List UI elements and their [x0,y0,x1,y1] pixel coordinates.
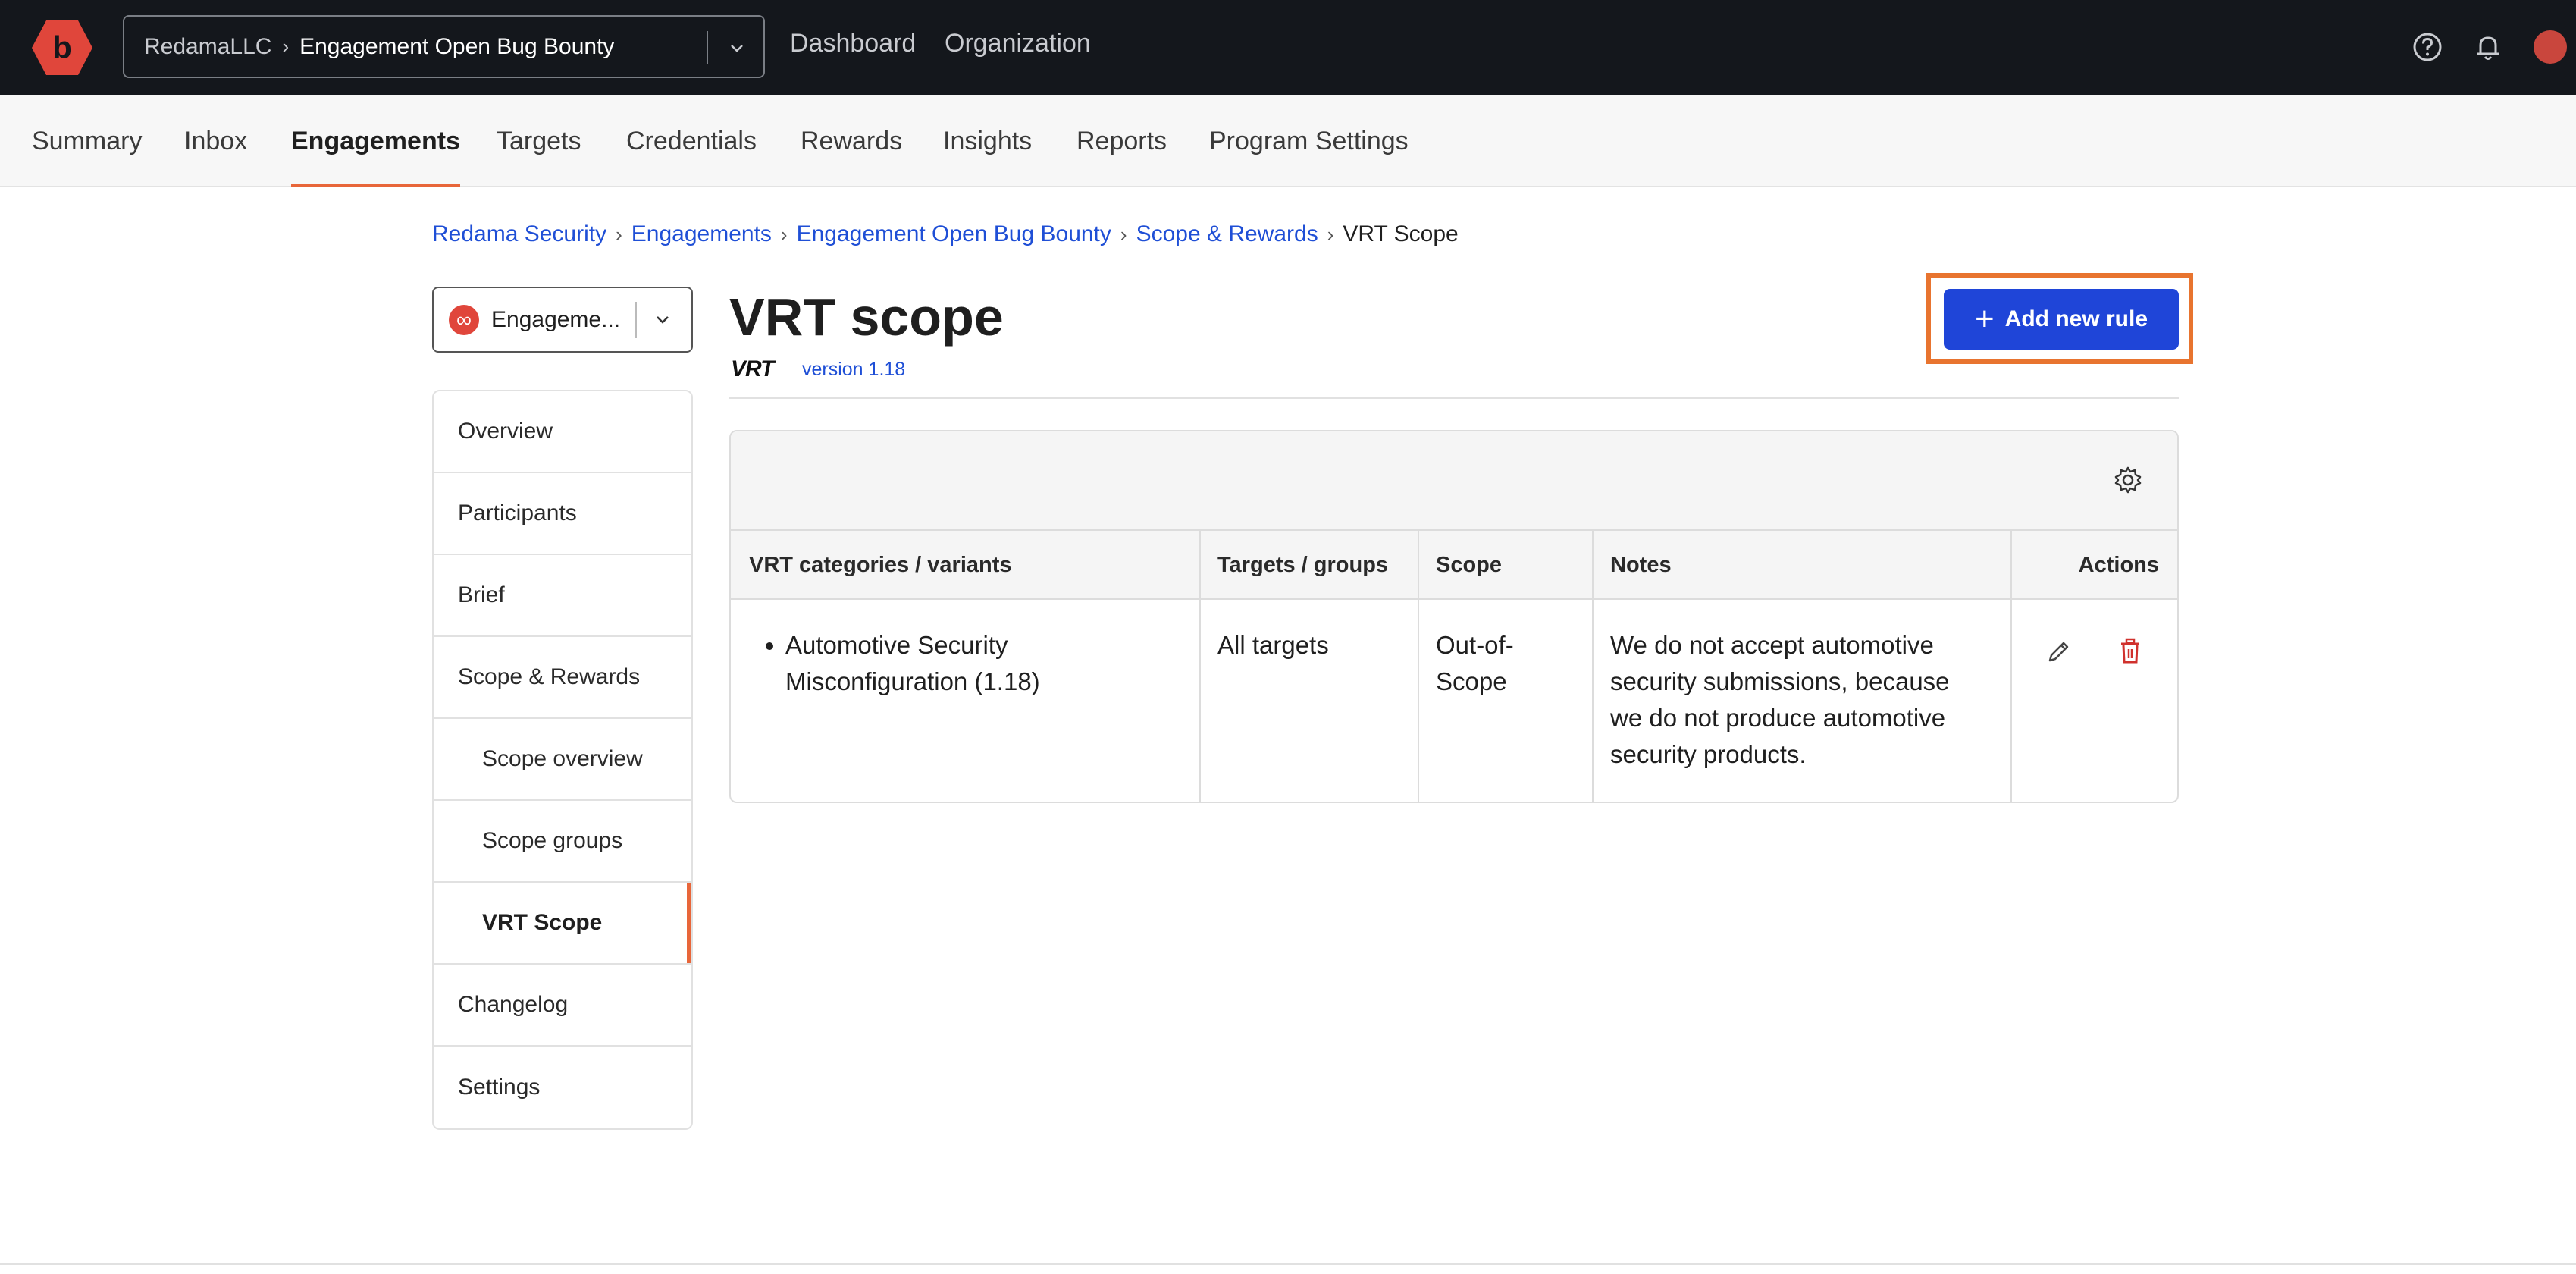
vrt-category-text: Automotive Security [785,631,1008,659]
sidebar-item-brief[interactable]: Brief [434,555,691,637]
help-icon[interactable] [2411,30,2444,64]
footer-divider [0,1263,2576,1265]
breadcrumb-link[interactable]: Engagement Open Bug Bounty [797,221,1111,247]
vrt-category-cell: Automotive Security Misconfiguration (1.… [785,627,1040,700]
column-header-scope: Scope [1436,553,1503,577]
sidebar-item-participants[interactable]: Participants [434,473,691,555]
column-header-actions: Actions [2078,553,2159,577]
sidebar-item-scope-rewards[interactable]: Scope & Rewards [434,637,691,719]
vrt-logo: VRT [731,356,774,381]
tab-reports[interactable]: Reports [1076,127,1167,187]
notes-text: security products. [1610,740,1807,768]
scope-text: Scope [1436,667,1507,695]
add-new-rule-label: Add new rule [2004,306,2148,331]
tab-targets[interactable]: Targets [497,127,581,187]
column-header-notes: Notes [1610,553,1672,577]
column-divider [2010,531,2012,802]
tab-credentials[interactable]: Credentials [626,127,757,187]
column-divider [1592,531,1594,802]
breadcrumb: Redama Security › Engagements › Engageme… [432,221,1459,247]
chevron-down-icon[interactable] [649,306,676,334]
program-tabs: Summary Inbox Engagements Targets Creden… [0,95,2576,187]
tab-program-settings[interactable]: Program Settings [1209,127,1409,187]
chevron-right-icon: › [1120,222,1127,246]
tab-inbox[interactable]: Inbox [184,127,247,187]
program-name: Engagement Open Bug Bounty [299,33,615,59]
vrt-category-text: Misconfiguration (1.18) [785,667,1040,695]
notes-text: we do not produce automotive [1610,704,1946,732]
column-header-vrt-categories: VRT categories / variants [749,553,1012,577]
chevron-right-icon: › [1327,222,1334,246]
chevron-right-icon: › [616,222,622,246]
chevron-right-icon: › [780,222,788,246]
notes-text: We do not accept automotive [1610,631,1934,659]
breadcrumb-link[interactable]: Redama Security [432,221,606,247]
page-title: VRT scope [729,287,1004,347]
tab-summary[interactable]: Summary [32,127,142,187]
engagement-selector-label: Engageme... [491,306,620,332]
table-toolbar [731,431,2177,531]
notes-cell: We do not accept automotive security sub… [1610,627,1950,773]
divider [635,302,637,338]
breadcrumb-link[interactable]: Scope & Rewards [1136,221,1318,247]
scope-text: Out-of- [1436,631,1514,659]
column-divider [1199,531,1201,802]
top-bar: b RedamaLLC › Engagement Open Bug Bounty… [0,0,2576,95]
scope-cell: Out-of- Scope [1436,627,1514,700]
engagement-selector[interactable]: Engageme... [432,287,693,353]
vrt-version-link[interactable]: version 1.18 [802,359,905,381]
breadcrumb-link[interactable]: Engagements [631,221,772,247]
bugcrowd-logo-icon[interactable]: b [30,19,94,77]
edit-icon[interactable] [2042,635,2076,668]
notes-text: security submissions, because [1610,667,1950,695]
table-header: VRT categories / variants Targets / grou… [731,531,2177,600]
vrt-scope-table: VRT categories / variants Targets / grou… [729,430,2179,803]
nav-organization[interactable]: Organization [945,29,1091,58]
nav-dashboard[interactable]: Dashboard [790,29,916,58]
delete-icon[interactable] [2114,635,2147,668]
svg-text:b: b [52,30,72,65]
chevron-right-icon: › [282,35,290,58]
divider [729,397,2179,399]
breadcrumb-current: VRT Scope [1343,221,1459,246]
sidebar-item-vrt-scope[interactable]: VRT Scope [434,883,691,965]
org-name: RedamaLLC [144,33,272,59]
sidebar-item-overview[interactable]: Overview [434,391,691,473]
bell-icon[interactable] [2471,30,2505,64]
gear-icon[interactable] [2113,465,2143,495]
column-divider [1418,531,1419,802]
avatar[interactable] [2534,30,2567,64]
sidebar-item-scope-overview[interactable]: Scope overview [434,719,691,801]
plus-icon: + [1974,300,1995,337]
sidebar-item-settings[interactable]: Settings [434,1046,691,1128]
engagement-side-menu: Overview Participants Brief Scope & Rewa… [432,390,693,1130]
targets-cell: All targets [1217,631,1329,659]
divider [707,31,708,64]
bullet [766,642,773,650]
engagement-icon [449,304,479,335]
program-selector[interactable]: RedamaLLC › Engagement Open Bug Bounty [123,15,765,78]
sidebar-item-changelog[interactable]: Changelog [434,965,691,1046]
chevron-down-icon[interactable] [723,35,751,62]
tab-insights[interactable]: Insights [943,127,1032,187]
tab-rewards[interactable]: Rewards [801,127,902,187]
column-header-targets: Targets / groups [1217,553,1389,577]
tab-engagements[interactable]: Engagements [291,127,460,187]
add-new-rule-button[interactable]: + Add new rule [1944,289,2179,350]
sidebar-item-scope-groups[interactable]: Scope groups [434,801,691,883]
